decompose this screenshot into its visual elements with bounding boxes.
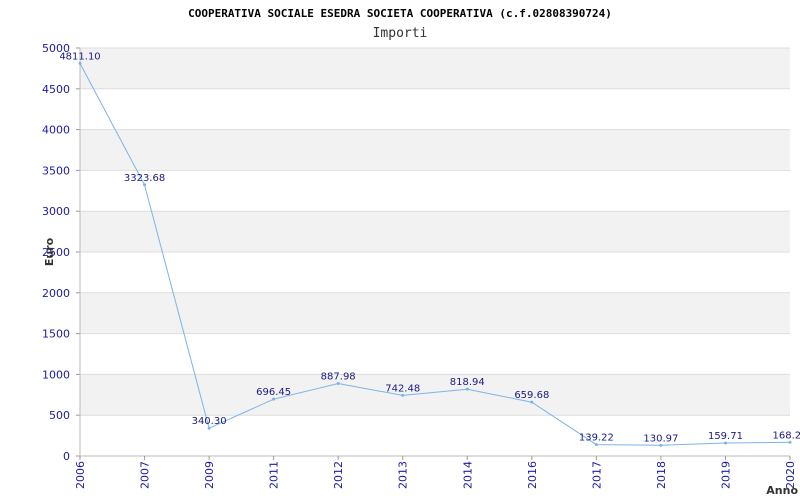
- x-tick-label: 2007: [139, 461, 152, 489]
- x-tick-label: 2006: [74, 461, 87, 489]
- data-label: 4811.10: [59, 51, 100, 62]
- chart-subtitle: Importi: [373, 26, 428, 41]
- data-label: 742.48: [385, 383, 420, 394]
- x-tick-label: 2017: [590, 461, 603, 489]
- x-tick-label: 2013: [397, 461, 410, 489]
- x-tick-label: 2014: [461, 461, 474, 489]
- x-tick-label: 2011: [268, 461, 281, 489]
- x-tick-label: 2016: [526, 461, 539, 489]
- x-tick-label: 2009: [203, 461, 216, 489]
- plot-band: [80, 374, 790, 416]
- y-tick-label: 500: [49, 409, 70, 422]
- x-tick-label: 2019: [719, 461, 732, 489]
- data-label: 3323.68: [124, 173, 165, 184]
- data-label: 159.71: [708, 431, 743, 442]
- chart-title: COOPERATIVA SOCIALE ESEDRA SOCIETA COOPE…: [188, 7, 612, 20]
- data-label: 659.68: [514, 390, 549, 401]
- x-tick-label: 2018: [655, 461, 668, 489]
- x-axis-ticks: 2006 2007 2009 2011 2012 2013 2014 2016 2017 2018…: [74, 461, 797, 489]
- y-tick-label: 0: [63, 450, 70, 463]
- data-label: 340.30: [192, 416, 227, 427]
- y-tick-label: 4500: [42, 83, 70, 96]
- plot-band: [80, 48, 790, 89]
- data-label: 168.20: [773, 430, 800, 441]
- y-tick-label: 2000: [42, 287, 70, 300]
- y-tick-label: 3000: [42, 205, 70, 218]
- data-label: 130.97: [643, 433, 678, 444]
- data-label: 887.98: [321, 372, 356, 383]
- plot-band: [80, 211, 790, 252]
- y-tick-label: 4000: [42, 124, 70, 137]
- x-axis-label: Anno: [766, 484, 798, 497]
- y-tick-label: 3500: [42, 164, 70, 177]
- plot-band: [80, 129, 790, 171]
- plot-bands: [80, 48, 790, 416]
- y-tick-label: 1500: [42, 328, 70, 341]
- y-tick-label: 1000: [42, 368, 70, 381]
- plot-band: [80, 292, 790, 334]
- data-label: 139.22: [579, 433, 614, 444]
- data-label: 696.45: [256, 387, 291, 398]
- x-tick-label: 2012: [332, 461, 345, 489]
- line-chart: COOPERATIVA SOCIALE ESEDRA SOCIETA COOPE…: [42, 7, 800, 497]
- data-label: 818.94: [450, 377, 485, 388]
- y-axis-label: Euro: [43, 237, 56, 266]
